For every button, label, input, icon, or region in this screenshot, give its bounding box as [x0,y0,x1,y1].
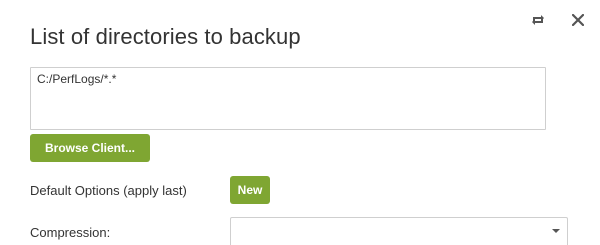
browse-client-button[interactable]: Browse Client... [30,134,150,162]
dialog-title: List of directories to backup [30,24,301,49]
chevron-down-icon [552,229,560,233]
new-option-button[interactable]: New [230,176,270,204]
dialog-controls [528,10,588,30]
directories-textarea[interactable] [30,67,546,130]
compression-label: Compression: [30,225,111,240]
compression-select[interactable] [230,217,568,245]
close-icon[interactable] [568,10,588,30]
backup-dialog: List of directories to backup Browse Cli… [0,0,600,245]
default-options-label: Default Options (apply last) [30,183,187,198]
refresh-icon[interactable] [528,10,548,30]
